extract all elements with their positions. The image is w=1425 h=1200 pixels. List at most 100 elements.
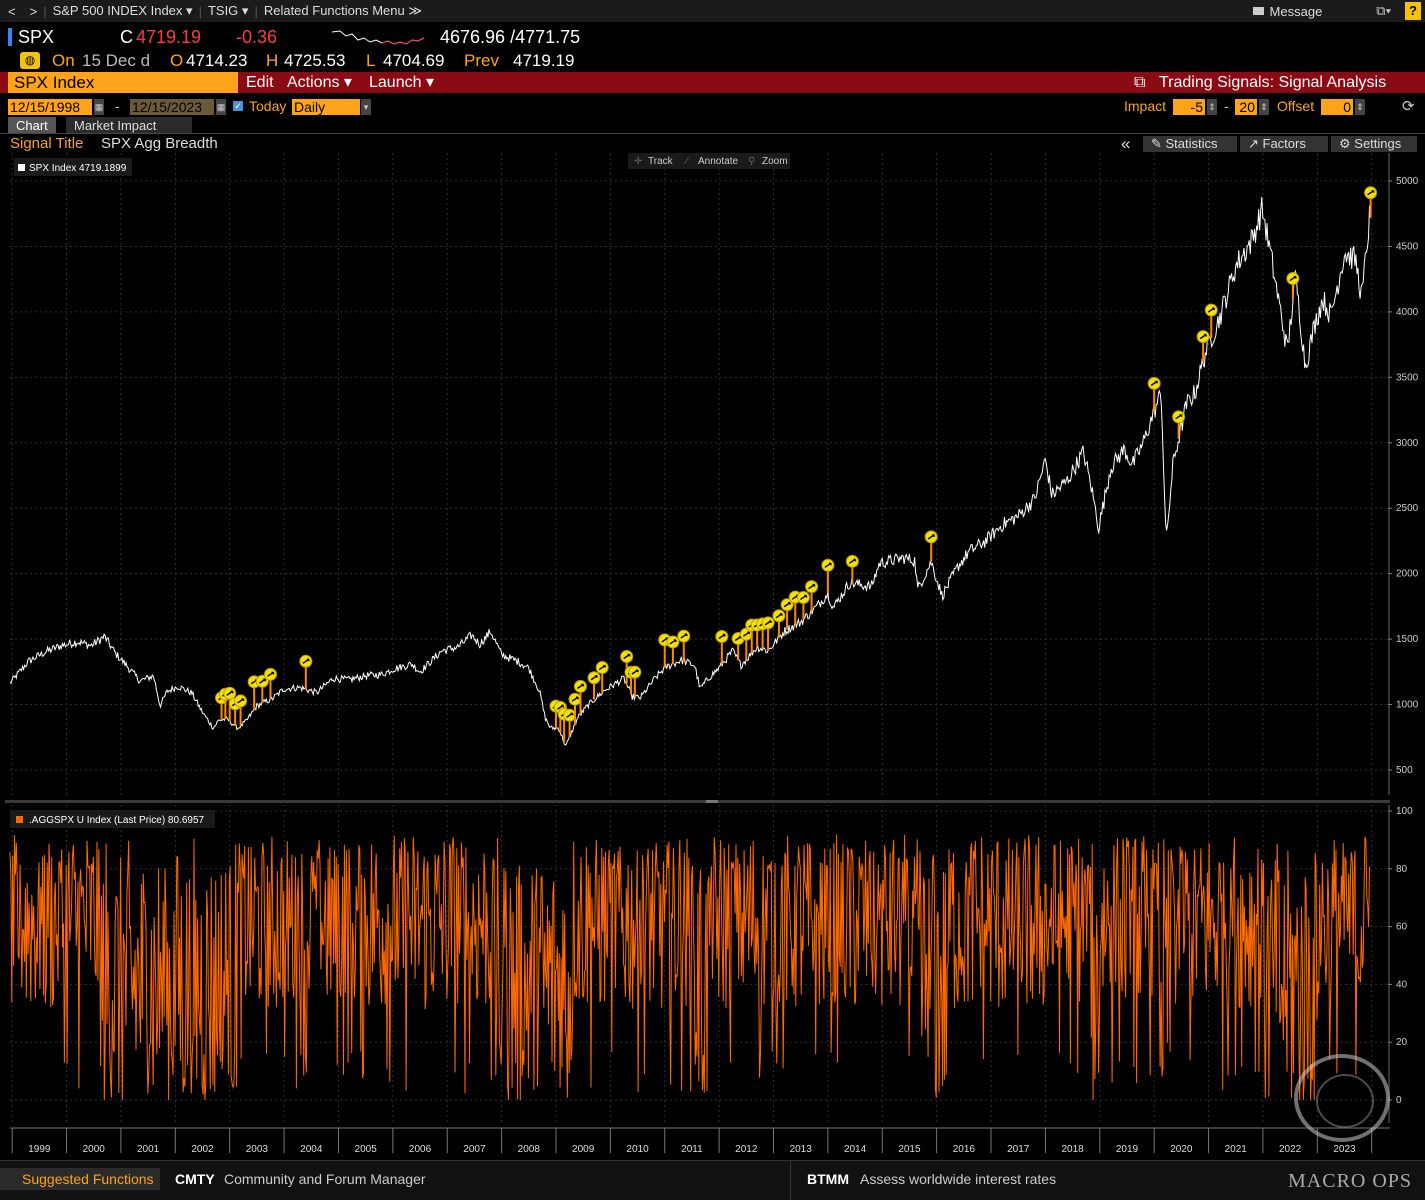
settings-label: Settings — [1354, 136, 1402, 151]
day-range: 4676.96 /4771.75 — [440, 27, 581, 47]
impact-label: Impact — [1124, 98, 1167, 114]
forward-button[interactable]: > — [30, 4, 38, 19]
help-button[interactable]: ? — [1405, 2, 1421, 20]
start-date-input[interactable]: 12/15/1998 — [8, 99, 92, 115]
on-label: On — [52, 51, 75, 70]
view-tabs: Chart Market Impact — [0, 117, 1425, 134]
breadth-tick-label: 100 — [1396, 806, 1413, 817]
x-tick-label: 2016 — [953, 1144, 976, 1155]
end-date-input[interactable]: 12/15/2023 — [130, 99, 214, 115]
prev-price: 4719.19 — [513, 51, 575, 70]
signal-bar: Signal Title SPX Agg Breadth « ✎ Statist… — [0, 134, 1425, 154]
message-label: Message — [1269, 3, 1323, 19]
footer-divider — [0, 1160, 1425, 1161]
spx-price-line — [9, 197, 1370, 746]
x-tick-label: 2018 — [1061, 1144, 1084, 1155]
high-label: H — [266, 51, 279, 70]
breadth-legend-swatch — [16, 816, 23, 823]
footer-separator — [790, 1160, 791, 1200]
low-price: 4704.69 — [383, 51, 445, 70]
cmty-description[interactable]: Community and Forum Manager — [224, 1168, 426, 1190]
macro-ops-logo — [1294, 1054, 1390, 1142]
breadth-tick-label: 80 — [1396, 864, 1408, 875]
refresh-icon[interactable]: ⟳ — [1402, 97, 1415, 115]
zoom-icon[interactable]: ⚲ — [748, 156, 755, 167]
splitter-handle[interactable] — [706, 800, 718, 803]
today-label: Today — [249, 98, 287, 114]
toolbar-spacer — [445, 72, 1125, 93]
today-checkbox[interactable]: ✓ — [233, 101, 243, 111]
statistics-icon: ✎ — [1151, 136, 1166, 151]
calendar-icon[interactable]: ▦ — [94, 99, 104, 115]
x-tick-label: 2002 — [191, 1144, 214, 1155]
ticker-symbol: SPX — [18, 27, 55, 47]
tab-chart[interactable]: Chart — [8, 117, 56, 134]
factors-button[interactable]: ↗ Factors — [1240, 136, 1328, 152]
tab-market-impact[interactable]: Market Impact — [66, 117, 192, 134]
related-functions-menu[interactable]: Related Functions Menu ≫ — [264, 3, 422, 19]
track-icon[interactable]: ✛ — [634, 156, 642, 167]
message-button[interactable]: Message — [1252, 3, 1323, 19]
track-button[interactable]: Track — [648, 156, 674, 167]
price-legend-swatch — [18, 164, 25, 171]
x-tick-label: 2003 — [246, 1144, 269, 1155]
envelope-icon — [1252, 7, 1264, 15]
watermark-text: MACRO OPS — [1288, 1170, 1413, 1192]
periodicity-select[interactable]: Daily — [292, 99, 360, 115]
btmm-description[interactable]: Assess worldwide interest rates — [860, 1168, 1056, 1190]
ticker-marker — [8, 28, 12, 46]
impact-end-input[interactable]: 20 — [1235, 99, 1257, 115]
offset-label: Offset — [1277, 98, 1315, 114]
gear-icon: ⚙ — [1339, 136, 1355, 151]
x-tick-label: 2013 — [790, 1144, 813, 1155]
window-options-icon[interactable]: ⧉▾ — [1376, 3, 1391, 19]
chevron-down-icon[interactable]: ▾ — [361, 99, 371, 115]
signal-markers — [215, 186, 1378, 743]
panel-splitter[interactable] — [5, 800, 1390, 803]
statistics-button[interactable]: ✎ Statistics — [1143, 136, 1237, 152]
x-tick-label: 2010 — [626, 1144, 649, 1155]
stepper-icon[interactable]: ⇕ — [1259, 99, 1269, 115]
price-tick-label: 1000 — [1396, 700, 1419, 711]
collapse-panel-icon[interactable]: « — [1121, 134, 1130, 154]
x-tick-label: 2017 — [1007, 1144, 1030, 1155]
impact-start-input[interactable]: -5 — [1173, 99, 1205, 115]
actions-menu[interactable]: Actions ▾ — [281, 72, 358, 93]
tab-divider — [0, 133, 1425, 134]
zoom-button[interactable]: Zoom — [762, 156, 788, 167]
signal-chart[interactable]: SPX Index 4719.1899 ✛ Track ∕ Annotate ⚲… — [0, 153, 1425, 1160]
function-menu[interactable]: TSIG ▾ — [208, 3, 248, 19]
cmty-command[interactable]: CMTY — [175, 1168, 215, 1190]
security-menu[interactable]: S&P 500 INDEX Index ▾ — [53, 3, 193, 19]
breadth-series — [9, 834, 1370, 1101]
stepper-icon[interactable]: ⇕ — [1207, 99, 1217, 115]
edit-button[interactable]: Edit — [240, 72, 280, 93]
settings-button[interactable]: ⚙ Settings — [1331, 136, 1417, 152]
launch-menu[interactable]: Launch ▾ — [363, 72, 440, 93]
annotate-button[interactable]: Annotate — [698, 156, 738, 167]
price-tick-label: 2500 — [1396, 503, 1419, 514]
stepper-icon[interactable]: ⇕ — [1355, 99, 1365, 115]
back-button[interactable]: < — [8, 4, 16, 19]
x-tick-label: 2019 — [1116, 1144, 1139, 1155]
x-tick-label: 2022 — [1279, 1144, 1302, 1155]
breadth-tick-label: 40 — [1396, 979, 1408, 990]
quote-line-2: ◍ On 15 Dec d O 4714.23 H 4725.53 L 4704… — [0, 50, 1425, 72]
intraday-sparkline — [332, 30, 424, 45]
offset-input[interactable]: 0 — [1321, 99, 1353, 115]
x-tick-label: 2005 — [355, 1144, 378, 1155]
x-tick-label: 2011 — [681, 1144, 703, 1155]
x-tick-label: 2014 — [844, 1144, 867, 1155]
factors-icon: ↗ — [1248, 136, 1263, 151]
security-field[interactable]: SPX Index — [8, 72, 238, 93]
x-tick-label: 2007 — [463, 1144, 486, 1155]
factors-label: Factors — [1262, 136, 1306, 151]
x-tick-label: 2012 — [735, 1144, 758, 1155]
btmm-command[interactable]: BTMM — [807, 1168, 849, 1190]
footer-bar: Suggested Functions CMTY Community and F… — [0, 1160, 1425, 1200]
popout-icon[interactable]: ⧉ — [1128, 72, 1151, 93]
x-tick-label: 2001 — [137, 1144, 160, 1155]
nav-separator: | — [43, 3, 47, 19]
signal-title-value: SPX Agg Breadth — [101, 135, 218, 152]
calendar-icon[interactable]: ▦ — [216, 99, 226, 115]
